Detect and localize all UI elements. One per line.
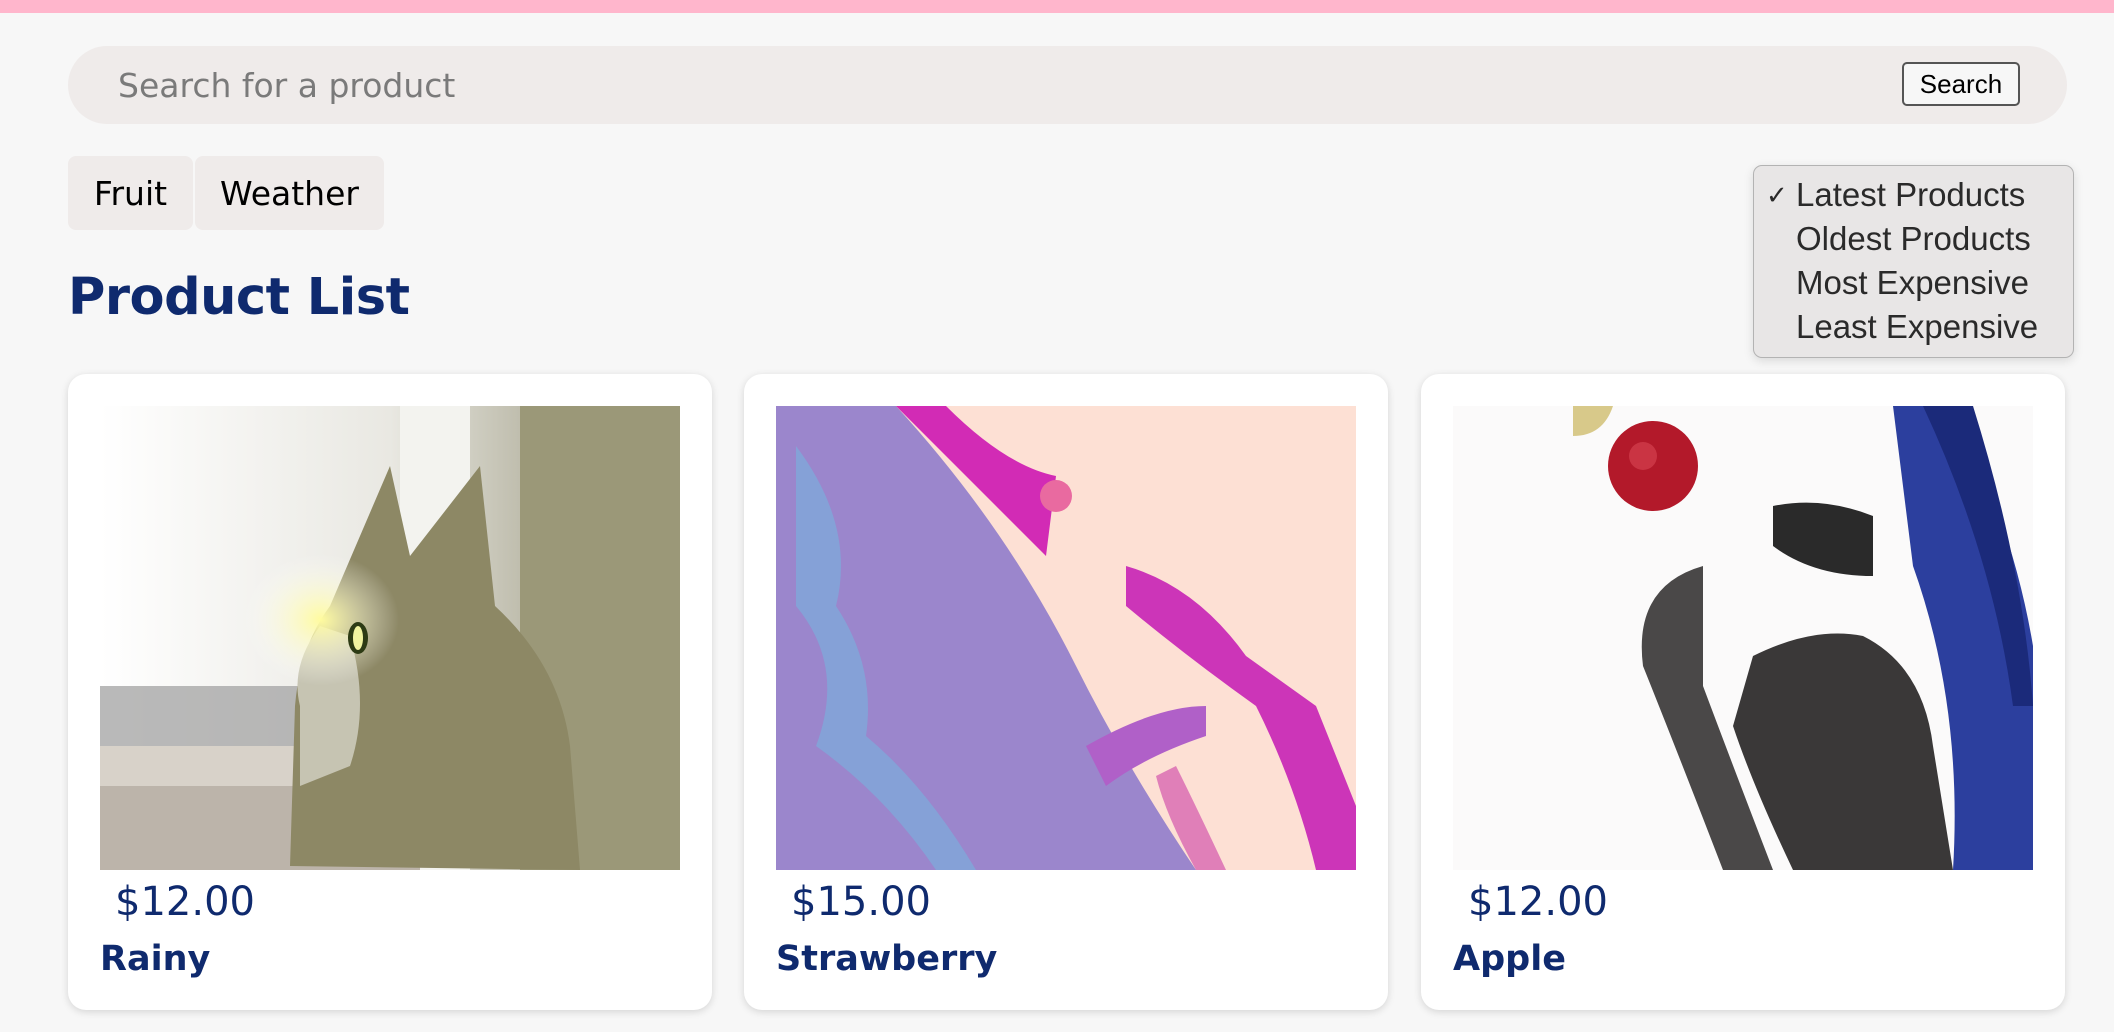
product-name[interactable]: Apple <box>1453 939 1566 979</box>
pink-purple-abstract-artwork-icon <box>776 406 1356 870</box>
product-price: $12.00 <box>115 879 255 925</box>
sort-option-oldest[interactable]: Oldest Products <box>1754 217 2073 261</box>
product-price: $12.00 <box>1468 879 1608 925</box>
sort-option-label: Latest Products <box>1796 176 2026 213</box>
search-input[interactable] <box>118 46 1918 124</box>
sort-option-label: Least Expensive <box>1796 308 2039 345</box>
product-card-strawberry[interactable]: $15.00 Strawberry <box>744 374 1388 1010</box>
woman-with-red-apple-artwork-icon <box>1453 406 2033 870</box>
checkmark-icon: ✓ <box>1766 180 1788 210</box>
top-accent-bar <box>0 0 2114 13</box>
category-fruit-button[interactable]: Fruit <box>68 156 193 230</box>
category-weather-button[interactable]: Weather <box>195 156 384 230</box>
product-image-apple[interactable] <box>1453 406 2033 870</box>
sort-option-latest[interactable]: ✓ Latest Products <box>1754 173 2073 217</box>
product-price: $15.00 <box>791 879 931 925</box>
sort-option-most-expensive[interactable]: Most Expensive <box>1754 261 2073 305</box>
product-card-apple[interactable]: $12.00 Apple <box>1421 374 2065 1010</box>
sort-dropdown-menu[interactable]: ✓ Latest Products Oldest Products Most E… <box>1753 165 2074 358</box>
sort-option-label: Oldest Products <box>1796 220 2031 257</box>
search-button[interactable]: Search <box>1902 62 2020 106</box>
cat-at-window-artwork-icon <box>100 406 680 870</box>
sort-option-label: Most Expensive <box>1796 264 2029 301</box>
sort-option-least-expensive[interactable]: Least Expensive <box>1754 305 2073 349</box>
product-name[interactable]: Rainy <box>100 939 210 979</box>
page-title: Product List <box>68 268 410 327</box>
search-bar: Search <box>68 46 2067 124</box>
product-name[interactable]: Strawberry <box>776 939 997 979</box>
product-image-strawberry[interactable] <box>776 406 1356 870</box>
product-image-rainy[interactable] <box>100 406 680 870</box>
product-card-rainy[interactable]: $12.00 Rainy <box>68 374 712 1010</box>
